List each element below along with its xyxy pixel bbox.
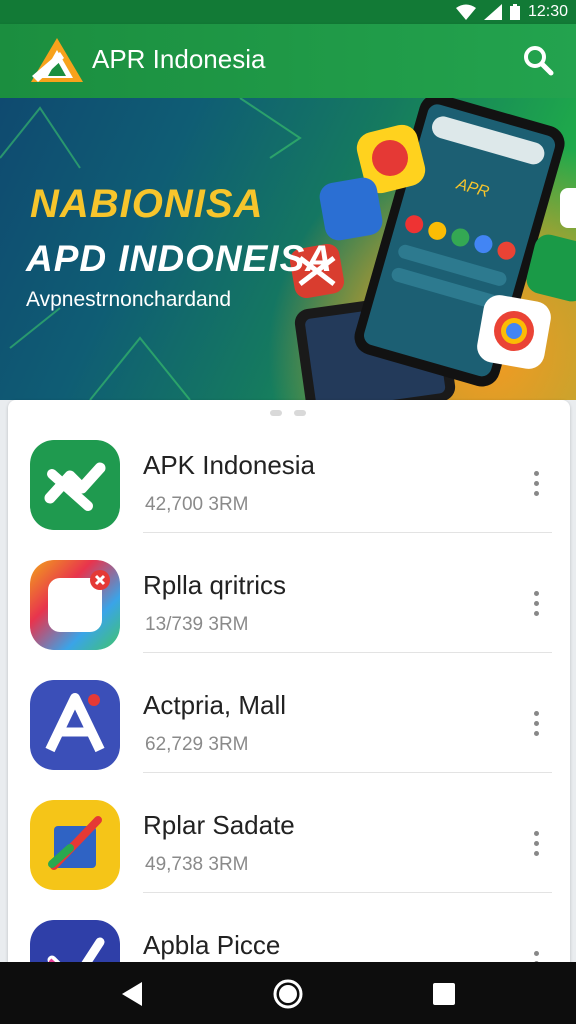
app-list-item[interactable]: Rplla qritrics 13/739 3RM	[8, 532, 570, 653]
app-meta: 42,700 3RM	[145, 494, 249, 515]
banner-headline: NABIONISA	[30, 182, 264, 226]
back-icon[interactable]	[112, 974, 152, 1014]
recents-icon[interactable]	[424, 974, 464, 1014]
battery-icon	[509, 4, 520, 20]
status-bar: 12:30	[0, 0, 576, 24]
app-bar: APR Indonesia	[0, 24, 576, 98]
rplar-sadate-icon	[30, 800, 120, 890]
app-list-item[interactable]: Rplar Sadate 49,738 3RM	[8, 772, 570, 893]
app-name: APK Indonesia	[143, 450, 316, 480]
apk-indonesia-icon	[30, 440, 120, 530]
banner-headline-2: APD INDONEISA	[26, 238, 333, 279]
promo-banner[interactable]: APR NABIONISA APD INDONEISA Avpnestrnonc…	[0, 98, 576, 400]
more-options-icon[interactable]	[524, 706, 548, 746]
more-options-icon[interactable]	[524, 466, 548, 506]
app-list-item[interactable]: APK Indonesia 42,700 3RM	[8, 412, 570, 533]
status-time: 12:30	[527, 3, 568, 20]
home-icon[interactable]	[268, 974, 308, 1014]
app-list-item[interactable]: Actpria, Mall 62,729 3RM	[8, 652, 570, 773]
app-title: APR Indonesia	[92, 44, 266, 74]
app-name: Rplar Sadate	[143, 810, 295, 840]
signal-icon	[483, 4, 502, 20]
app-name: Apbla Picce	[143, 930, 281, 960]
banner-subtitle: Avpnestrnonchardand	[26, 288, 232, 311]
more-options-icon[interactable]	[524, 826, 548, 866]
wifi-icon	[455, 4, 476, 20]
app-meta: 62,729 3RM	[145, 734, 249, 755]
app-name: Rplla qritrics	[143, 570, 287, 600]
rplla-qritrics-icon	[30, 560, 120, 650]
app-meta: 13/739 3RM	[145, 614, 249, 635]
search-icon[interactable]	[520, 42, 556, 78]
app-meta: 49,738 3RM	[145, 854, 249, 875]
app-list-card: APK Indonesia 42,700 3RM Rplla qritrics …	[8, 400, 570, 980]
actpria-mall-icon	[30, 680, 120, 770]
more-options-icon[interactable]	[524, 586, 548, 626]
system-nav-bar	[0, 962, 576, 1024]
app-name: Actpria, Mall	[143, 690, 287, 720]
app-logo-icon	[31, 38, 83, 82]
